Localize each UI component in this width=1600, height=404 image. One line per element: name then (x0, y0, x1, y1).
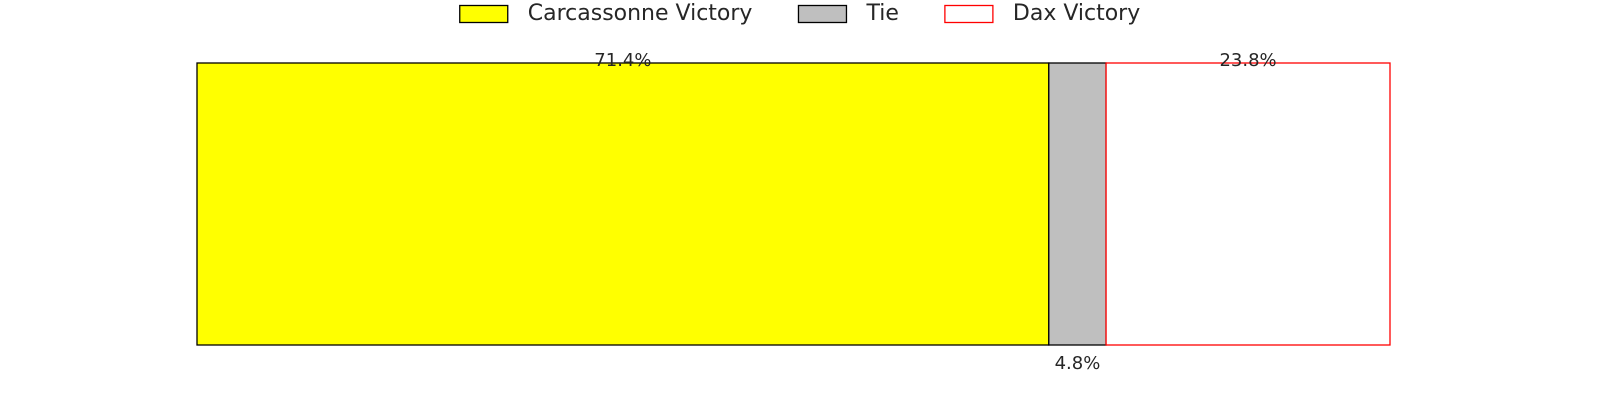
stacked-bar-chart: Carcassonne Victory Tie Dax Victory 71.4% 4… (0, 0, 1600, 400)
legend-label-tie: Tie (865, 1, 898, 26)
bar-segment-tie (1048, 62, 1107, 346)
legend-swatch-carcassonne-victory (459, 4, 509, 24)
legend-swatch-dax-victory (944, 4, 994, 24)
legend: Carcassonne Victory Tie Dax Victory (459, 1, 1140, 26)
data-label-tie: 4.8% (1055, 353, 1101, 374)
chart-canvas: Carcassonne Victory Tie Dax Victory 71.4% 4… (196, 1, 1391, 374)
data-label-carcassonne-victory: 71.4% (594, 50, 651, 71)
legend-item-dax-victory: Dax Victory (944, 1, 1140, 26)
legend-swatch-tie (797, 4, 848, 24)
legend-label-carcassonne-victory: Carcassonne Victory (528, 1, 753, 26)
bar-segment-dax-victory (1105, 62, 1391, 346)
data-label-dax-victory: 23.8% (1219, 50, 1276, 71)
legend-item-tie: Tie (797, 1, 899, 26)
bar-segment-carcassonne-victory (196, 62, 1050, 346)
legend-label-dax-victory: Dax Victory (1013, 1, 1140, 26)
legend-item-carcassonne-victory: Carcassonne Victory (459, 1, 753, 26)
bar-segments (196, 62, 1391, 346)
